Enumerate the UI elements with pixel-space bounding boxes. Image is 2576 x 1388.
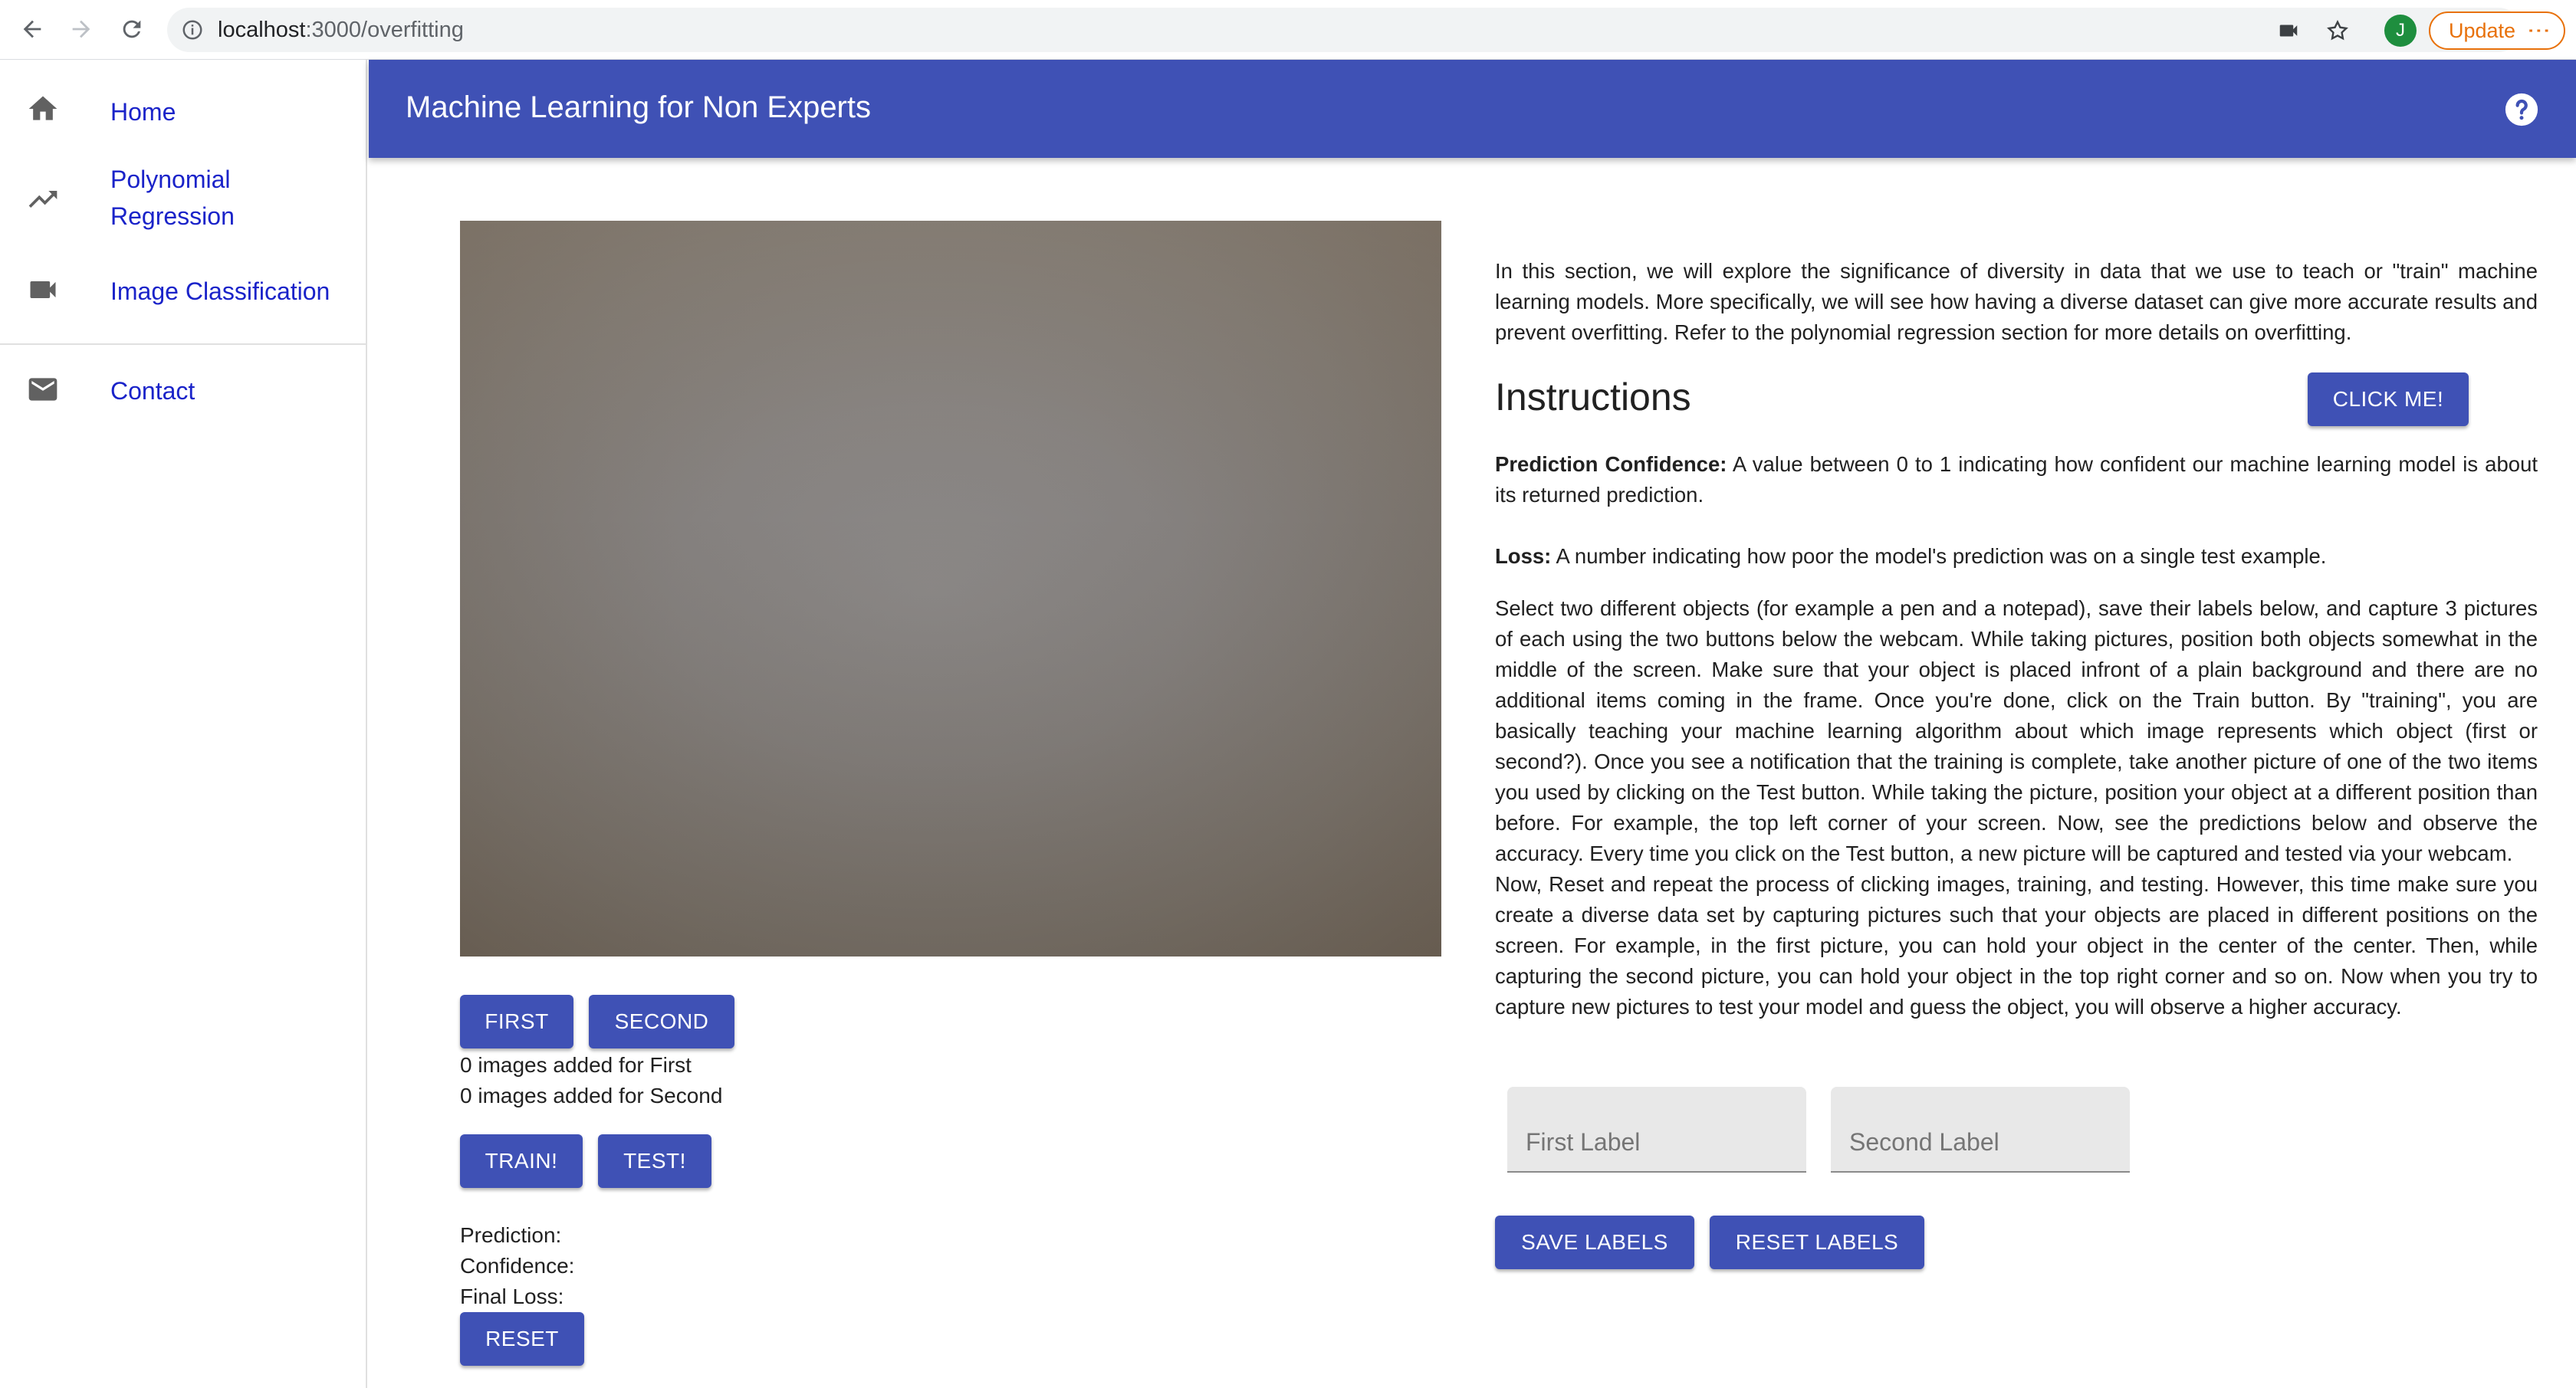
profile-avatar[interactable]: J — [2384, 15, 2417, 47]
sidebar-item-label: Polynomial Regression — [110, 166, 235, 230]
instructions-paragraph-2: Now, Reset and repeat the process of cli… — [1495, 872, 2538, 1019]
prediction-confidence-term: Prediction Confidence: — [1495, 452, 1727, 476]
sidebar-item-contact[interactable]: Contact — [0, 366, 366, 415]
videocam-icon — [30, 281, 56, 298]
confidence-label: Confidence: — [460, 1254, 575, 1278]
page-title: Machine Learning for Non Experts — [406, 90, 871, 124]
sidebar-item-polynomial-regression[interactable]: Polynomial Regression — [0, 161, 366, 238]
home-icon — [28, 96, 58, 120]
camera-indicator-icon[interactable] — [2275, 18, 2302, 44]
address-bar[interactable]: localhost:3000/overfitting — [167, 8, 2521, 52]
url-text: localhost:3000/overfitting — [218, 17, 464, 43]
sidebar-item-label: Image Classification — [110, 277, 330, 305]
first-label-input[interactable] — [1507, 1087, 1806, 1171]
reload-icon[interactable] — [113, 11, 150, 48]
back-icon[interactable] — [14, 11, 51, 48]
sidebar-item-home[interactable]: Home — [0, 90, 366, 139]
save-labels-button[interactable]: SAVE LABELS — [1495, 1216, 1694, 1269]
trending-up-icon — [28, 191, 58, 208]
capture-first-button[interactable]: FIRST — [460, 995, 573, 1048]
help-icon[interactable] — [2504, 92, 2539, 127]
final-loss-label: Final Loss: — [460, 1285, 564, 1308]
url-host: localhost — [218, 18, 306, 42]
update-button-label: Update — [2449, 18, 2516, 42]
first-label-field[interactable] — [1507, 1087, 1806, 1173]
second-label-field[interactable] — [1831, 1087, 2130, 1173]
mail-icon — [28, 378, 58, 401]
bookmark-star-icon[interactable] — [2325, 18, 2351, 44]
first-image-count: 0 images added for First — [460, 1053, 692, 1077]
sidebar-divider — [0, 343, 366, 345]
webcam-feed — [460, 221, 1441, 957]
sidebar-item-image-classification[interactable]: Image Classification — [0, 268, 366, 317]
train-button[interactable]: TRAIN! — [460, 1134, 583, 1188]
second-label-input[interactable] — [1831, 1087, 2130, 1171]
reset-button[interactable]: RESET — [460, 1312, 584, 1366]
prediction-confidence-definition: Prediction Confidence: A value between 0… — [1495, 449, 2538, 510]
url-path: :3000/overfitting — [305, 18, 464, 42]
prediction-label: Prediction: — [460, 1223, 562, 1247]
sidebar-item-label: Contact — [110, 377, 196, 405]
sidebar-drawer: Home Polynomial Regression Image Classif… — [0, 60, 367, 1388]
app-bar: Machine Learning for Non Experts — [369, 60, 2576, 158]
loss-text: A number indicating how poor the model's… — [1551, 544, 2327, 568]
reset-labels-button[interactable]: RESET LABELS — [1710, 1216, 1924, 1269]
second-image-count: 0 images added for Second — [460, 1084, 723, 1107]
capture-second-button[interactable]: SECOND — [589, 995, 734, 1048]
instructions-paragraph-1: Select two different objects (for exampl… — [1495, 596, 2538, 865]
info-icon[interactable] — [181, 18, 204, 41]
update-button[interactable]: Update ⋮ — [2429, 11, 2565, 50]
browser-toolbar: localhost:3000/overfitting J Update ⋮ — [0, 0, 2576, 60]
sidebar-item-label: Home — [110, 98, 176, 126]
instructions-body: Select two different objects (for exampl… — [1495, 593, 2538, 1022]
instructions-heading: Instructions — [1495, 376, 1691, 418]
test-button[interactable]: TEST! — [598, 1134, 711, 1188]
loss-definition: Loss: A number indicating how poor the m… — [1495, 541, 2538, 572]
forward-icon[interactable] — [63, 11, 100, 48]
menu-dots-icon: ⋮ — [2526, 19, 2551, 38]
loss-term: Loss: — [1495, 544, 1552, 568]
intro-paragraph: In this section, we will explore the sig… — [1495, 259, 2538, 344]
click-me-button[interactable]: CLICK ME! — [2308, 372, 2469, 426]
